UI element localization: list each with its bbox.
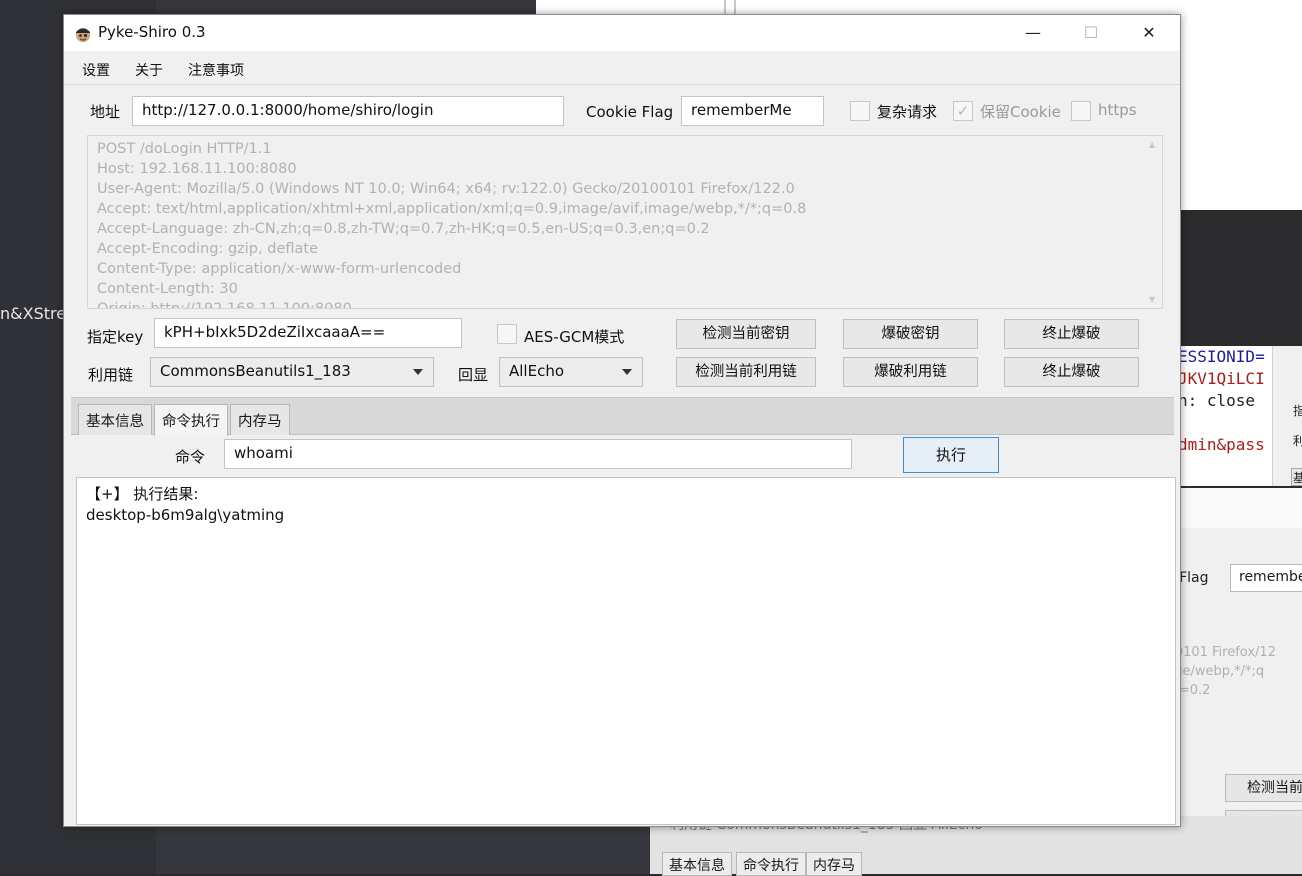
background-detect-key-button: 检测当前 [1225,774,1302,802]
https-label: https [1098,101,1137,119]
execute-button[interactable]: 执行 [903,437,999,473]
command-label: 命令 [175,448,206,466]
cookie-flag-input[interactable]: rememberMe [681,96,824,126]
chain-label: 利用链 [88,366,134,384]
request-line: User-Agent: Mozilla/5.0 (Windows NT 10.0… [97,181,795,197]
stop-brute-key-button[interactable]: 终止爆破 [1004,319,1139,349]
chain-select[interactable]: CommonsBeanutils1_183 [150,357,434,387]
background-code-view: ESSIONID= JKV1QiLCI n: close dmin&pass [1180,346,1272,486]
echo-label: 回显 [458,366,489,384]
background-side-panel: 指 利 基 [1272,346,1302,486]
window-title: Pyke-Shiro 0.3 [98,23,206,41]
tab-strip: 基本信息 命令执行 内存马 [71,397,1174,436]
request-line: POST /doLogin HTTP/1.1 [97,141,272,157]
background-side-label: 指 [1293,404,1302,418]
keep-cookie-label: 保留Cookie [980,103,1061,121]
request-line: Accept: text/html,application/xhtml+xml,… [97,201,807,217]
echo-select-value: AllEcho [509,362,565,380]
tab-memory-shell[interactable]: 内存马 [230,404,290,435]
title-bar[interactable]: Pyke-Shiro 0.3 — ☐ ✕ [64,15,1180,51]
menu-settings[interactable]: 设置 [82,60,110,80]
aes-gcm-checkbox[interactable] [497,324,517,344]
scroll-down-icon[interactable]: ▼ [1149,295,1155,304]
address-input[interactable]: http://127.0.0.1:8000/home/shiro/login [132,96,564,126]
https-checkbox[interactable] [1071,101,1091,121]
background-code-line: dmin&pass [1180,435,1265,454]
maximize-button[interactable]: ☐ [1062,15,1120,51]
keep-cookie-checkbox[interactable]: ✓ [953,101,973,121]
request-textarea[interactable]: POST /doLogin HTTP/1.1 Host: 192.168.11.… [87,135,1163,309]
background-code-line: ESSIONID= [1180,347,1265,366]
request-line: Content-Length: 30 [97,281,238,297]
minimize-button[interactable]: — [1004,15,1062,51]
chevron-down-icon [413,369,423,375]
background-tab: 基本信息 [662,852,732,876]
cookie-flag-label: Cookie Flag [586,103,674,121]
close-button[interactable]: ✕ [1120,15,1178,51]
command-input[interactable]: whoami [224,439,852,469]
brute-key-button[interactable]: 爆破密钥 [843,319,978,349]
key-label: 指定key [87,328,144,346]
command-output[interactable]: 【+】 执行结果: desktop-b6m9alg\yatming [76,477,1176,825]
tab-basic-info[interactable]: 基本信息 [78,404,152,435]
tab-command-exec[interactable]: 命令执行 [154,404,228,436]
request-line: Origin: http://192.168.11.100:8080 [97,301,352,309]
stop-brute-chain-button[interactable]: 终止爆破 [1004,357,1139,387]
pirate-app-icon [76,28,90,42]
request-line: Accept-Language: zh-CN,zh;q=0.8,zh-TW;q=… [97,221,710,237]
menu-about[interactable]: 关于 [135,60,163,80]
aes-gcm-label: AES-GCM模式 [524,328,625,346]
background-code-line: n: close [1180,391,1256,410]
request-line: Content-Type: application/x-www-form-url… [97,261,462,277]
background-left-text: n&XStre [0,304,67,323]
background-tab: 命令执行 [736,852,806,876]
background-panel-right [1180,210,1302,350]
background-code-line: JKV1QiLCI [1180,369,1265,388]
main-window: Pyke-Shiro 0.3 — ☐ ✕ 设置 关于 注意事项 地址 http:… [63,14,1181,827]
background-cookie-flag-input: rememberMe [1230,564,1302,592]
output-line: 【+】 执行结果: [86,485,199,503]
request-scrollbar[interactable]: ▲ ▼ [1148,140,1160,304]
background-code-line [1180,412,1270,434]
key-input[interactable]: kPH+bIxk5D2deZiIxcaaaA== [154,318,462,348]
chevron-down-icon [622,369,632,375]
background-side-label: 利 [1293,434,1302,448]
background-tab: 内存马 [806,852,862,876]
complex-request-checkbox[interactable] [850,101,870,121]
scroll-up-icon[interactable]: ▲ [1149,140,1155,149]
menu-bar: 设置 关于 注意事项 [64,51,1180,85]
complex-request-label: 复杂请求 [877,103,938,121]
background-side-label: 基 [1291,468,1302,486]
detect-key-button[interactable]: 检测当前密钥 [676,319,816,349]
brute-chain-button[interactable]: 爆破利用链 [843,357,978,387]
echo-select[interactable]: AllEcho [499,357,643,387]
chain-select-value: CommonsBeanutils1_183 [160,362,351,380]
request-line: Host: 192.168.11.100:8080 [97,161,297,177]
request-line: Accept-Encoding: gzip, deflate [97,241,318,257]
menu-notes[interactable]: 注意事项 [188,60,244,80]
detect-chain-button[interactable]: 检测当前利用链 [676,357,816,387]
output-line: desktop-b6m9alg\yatming [86,506,285,524]
address-label: 地址 [90,103,121,121]
